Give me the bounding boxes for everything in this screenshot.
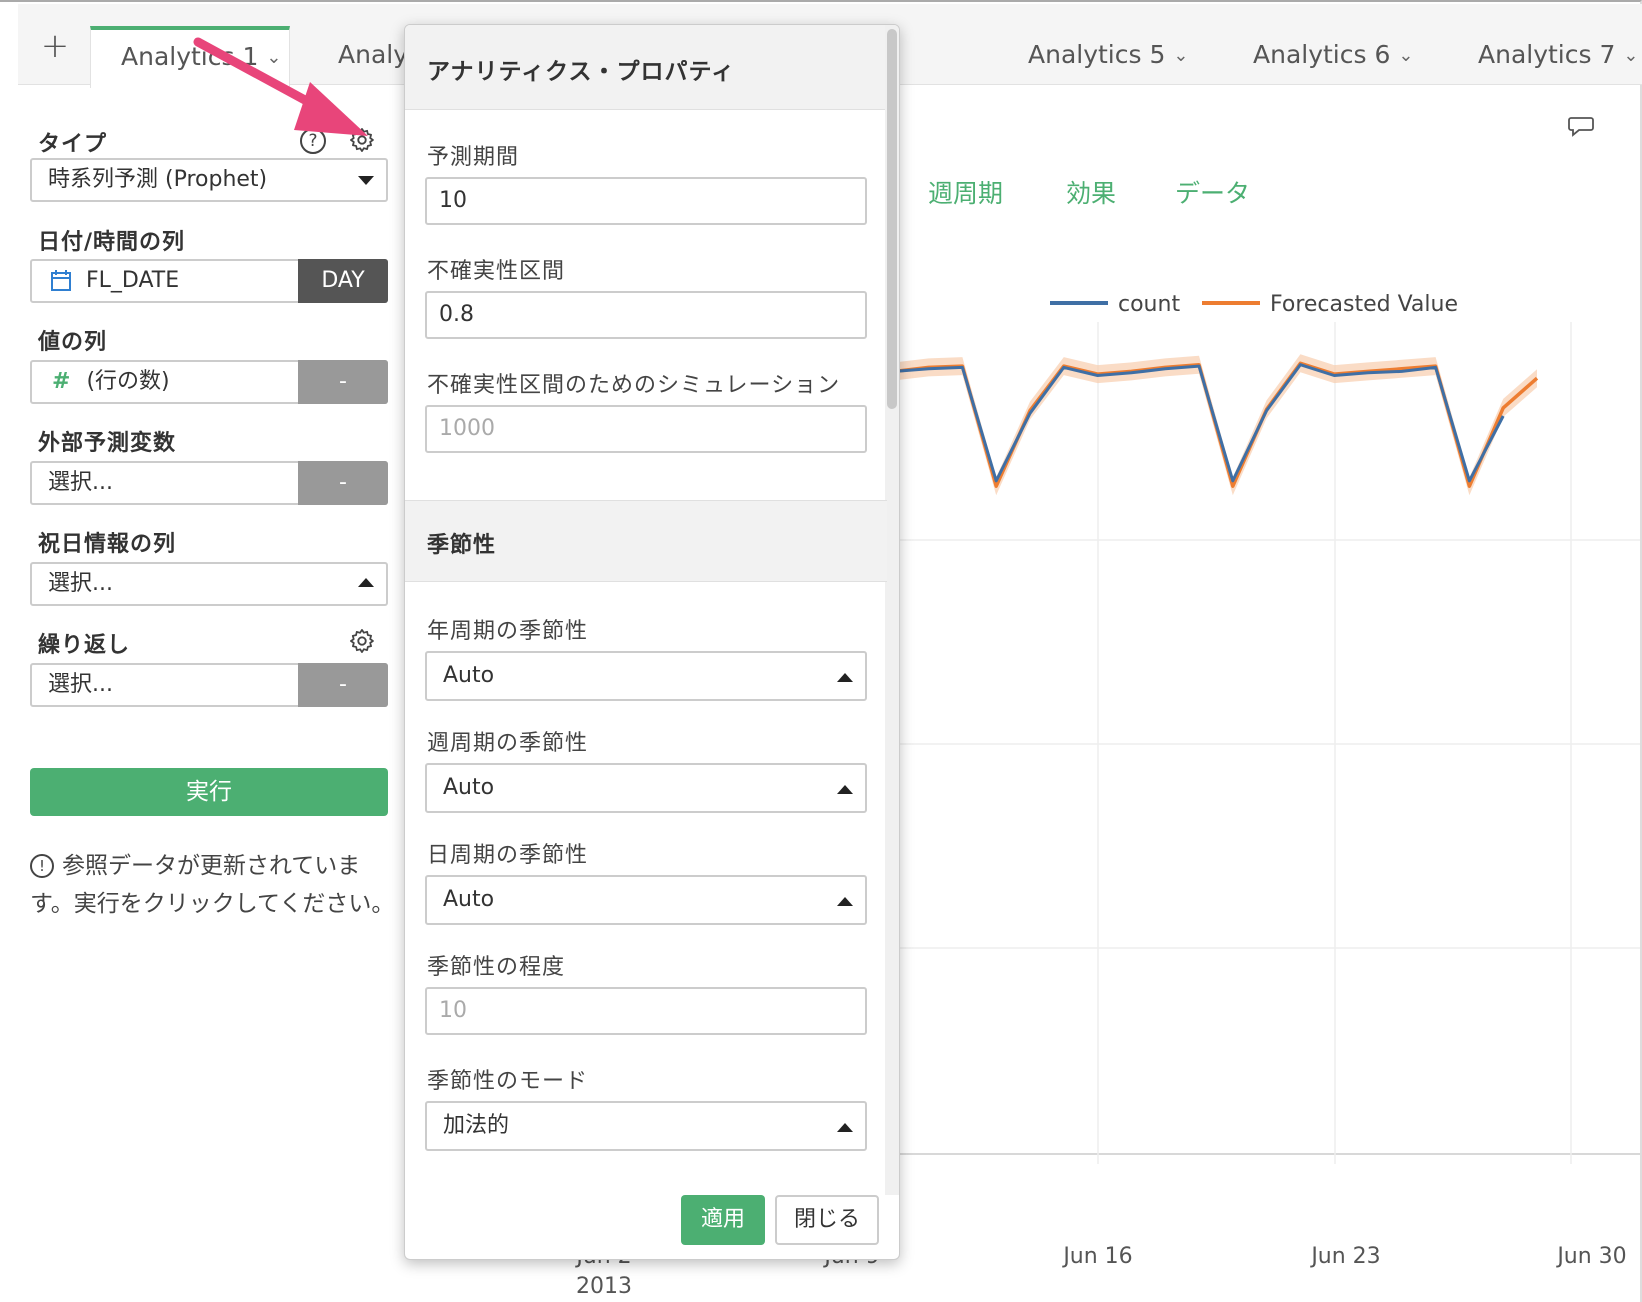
- x-tick-label: Jun 30: [1557, 1244, 1627, 1269]
- caret-up-icon: [358, 578, 374, 587]
- external-regressor-label: 外部予測変数: [38, 431, 177, 456]
- simulation-label: 不確実性区間のためのシミュレーション: [427, 373, 841, 398]
- info-icon: !: [30, 854, 54, 878]
- weekly-seasonality-value: Auto: [443, 775, 495, 800]
- uncertainty-interval-input[interactable]: 0.8: [425, 291, 867, 339]
- dialog-title: アナリティクス・プロパティ: [405, 25, 887, 110]
- holiday-column-select[interactable]: 選択...: [30, 562, 388, 606]
- type-select-value: 時系列予測 (Prophet): [48, 167, 268, 192]
- simulation-input[interactable]: 1000: [425, 405, 867, 453]
- refresh-notice-text: 参照データが更新されています。実行をクリックしてください。: [30, 853, 395, 917]
- dialog-scrollbar[interactable]: [885, 25, 899, 1195]
- repeat-value: 選択...: [48, 672, 113, 697]
- date-column-value: FL_DATE: [86, 268, 180, 293]
- repeat-field[interactable]: 選択... -: [30, 663, 388, 707]
- legend-forecast: Forecasted Value: [1202, 292, 1458, 317]
- legend-swatch: [1050, 301, 1108, 305]
- value-column-label: 値の列: [38, 330, 108, 355]
- caret-up-icon: [837, 673, 853, 682]
- chevron-down-icon[interactable]: ⌄: [1173, 27, 1188, 85]
- app-window: + Analytics 1⌄ Analy s 4⌄ Analytics 5⌄ A…: [0, 0, 1642, 1302]
- external-regressor-remove-button[interactable]: -: [298, 461, 388, 505]
- seasonality-mode-select[interactable]: 加法的: [425, 1101, 867, 1151]
- daily-seasonality-value: Auto: [443, 887, 495, 912]
- analytics-properties-dialog: アナリティクス・プロパティ 予測期間 10 不確実性区間 0.8 不確実性区間の…: [404, 24, 900, 1260]
- tab-analytics-5[interactable]: Analytics 5 ⌄: [998, 26, 1188, 86]
- tab-label: Analytics 6: [1253, 40, 1391, 69]
- subtab-weekly[interactable]: 週周期: [928, 174, 1003, 210]
- daily-seasonality-select[interactable]: Auto: [425, 875, 867, 925]
- scrollbar-thumb[interactable]: [887, 29, 897, 409]
- repeat-gear-icon[interactable]: [348, 627, 376, 655]
- holiday-column-label: 祝日情報の列: [38, 532, 177, 557]
- value-column-remove-button[interactable]: -: [298, 360, 388, 404]
- seasonality-prior-input[interactable]: 10: [425, 987, 867, 1035]
- tab-label: Analytics 5: [1028, 40, 1166, 69]
- add-tab-button[interactable]: +: [40, 29, 70, 63]
- forecast-period-label: 予測期間: [427, 145, 520, 170]
- forecast-period-input[interactable]: 10: [425, 177, 867, 225]
- yearly-seasonality-label: 年周期の季節性: [427, 619, 589, 644]
- apply-button[interactable]: 適用: [681, 1195, 765, 1245]
- subtab-effect[interactable]: 効果: [1066, 174, 1116, 210]
- caret-down-icon: [358, 176, 374, 185]
- subtab-data[interactable]: データ: [1175, 174, 1250, 210]
- forecast-line-chart: [895, 322, 1640, 1164]
- x-tick-year: 2013: [576, 1274, 632, 1299]
- calendar-icon: [51, 270, 71, 291]
- legend-label: Forecasted Value: [1270, 292, 1458, 317]
- uncertainty-interval-label: 不確実性区間: [427, 259, 566, 284]
- annotation-arrow-icon: [193, 37, 368, 136]
- type-label: タイプ: [38, 132, 108, 157]
- date-column-label: 日付/時間の列: [38, 230, 186, 255]
- seasonality-prior-label: 季節性の程度: [427, 955, 566, 980]
- refresh-notice: ! 参照データが更新されています。実行をクリックしてください。: [30, 847, 400, 923]
- run-button[interactable]: 実行: [30, 768, 388, 816]
- seasonality-mode-value: 加法的: [443, 1113, 510, 1138]
- yearly-seasonality-select[interactable]: Auto: [425, 651, 867, 701]
- tab-label: Analytics 7: [1478, 40, 1616, 69]
- holiday-column-value: 選択...: [48, 571, 113, 596]
- caret-up-icon: [837, 897, 853, 906]
- external-regressor-value: 選択...: [48, 470, 113, 495]
- chevron-down-icon[interactable]: ⌄: [1398, 27, 1413, 85]
- comment-icon[interactable]: [1567, 114, 1595, 138]
- yearly-seasonality-value: Auto: [443, 663, 495, 688]
- caret-up-icon: [837, 785, 853, 794]
- x-tick-label: Jun 16: [1063, 1244, 1133, 1269]
- value-column-field[interactable]: # (行の数) -: [30, 360, 388, 404]
- x-tick-label: Jun 23: [1311, 1244, 1381, 1269]
- tab-analytics-6[interactable]: Analytics 6 ⌄: [1223, 26, 1413, 86]
- legend-label: count: [1118, 292, 1181, 317]
- seasonality-mode-label: 季節性のモード: [427, 1069, 589, 1094]
- type-select[interactable]: 時系列予測 (Prophet): [30, 158, 388, 202]
- value-column-value: (行の数): [86, 369, 170, 394]
- chart-grid: [895, 322, 1640, 1164]
- chevron-down-icon[interactable]: ⌄: [1623, 27, 1638, 85]
- date-unit-button[interactable]: DAY: [298, 259, 388, 303]
- seasonality-section-header: 季節性: [405, 500, 887, 582]
- date-column-field[interactable]: FL_DATE DAY: [30, 259, 388, 303]
- repeat-remove-button[interactable]: -: [298, 663, 388, 707]
- close-button[interactable]: 閉じる: [775, 1195, 879, 1245]
- weekly-seasonality-label: 週周期の季節性: [427, 731, 589, 756]
- tab-analytics-7[interactable]: Analytics 7 ⌄: [1448, 26, 1638, 86]
- legend-count: count: [1050, 292, 1180, 317]
- hash-icon: #: [52, 369, 71, 394]
- weekly-seasonality-select[interactable]: Auto: [425, 763, 867, 813]
- external-regressor-field[interactable]: 選択... -: [30, 461, 388, 505]
- repeat-label: 繰り返し: [38, 633, 131, 658]
- legend-swatch: [1202, 301, 1260, 305]
- count-series-line: [895, 363, 1505, 483]
- caret-up-icon: [837, 1123, 853, 1132]
- daily-seasonality-label: 日周期の季節性: [427, 843, 589, 868]
